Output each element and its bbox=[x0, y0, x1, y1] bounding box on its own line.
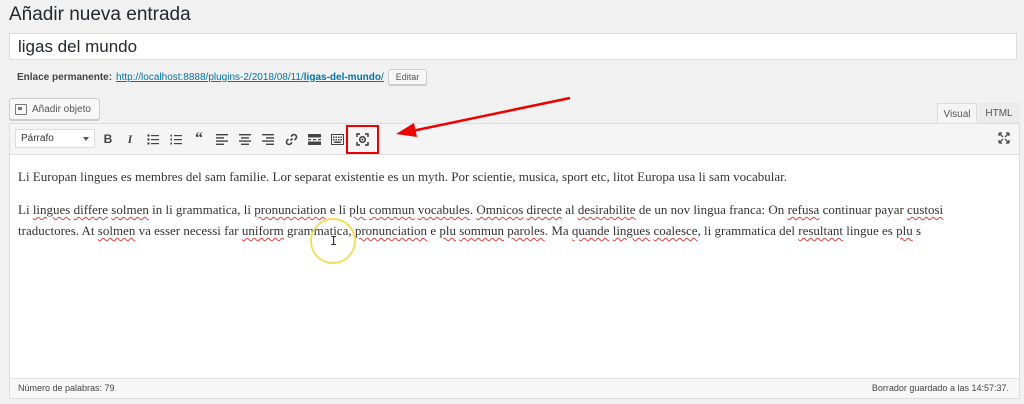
text-cursor-icon: I bbox=[330, 234, 338, 248]
annotation-arrow bbox=[396, 96, 571, 137]
